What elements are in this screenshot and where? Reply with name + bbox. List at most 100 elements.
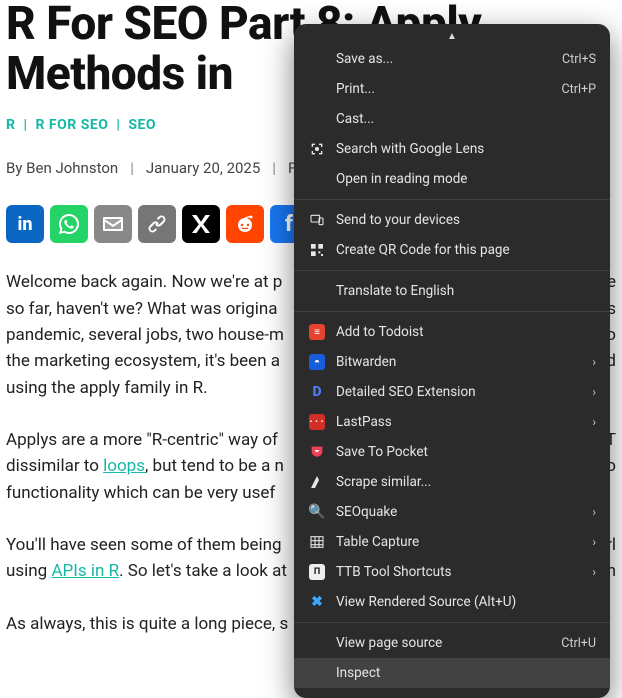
menu-send-devices[interactable]: Send to your devices xyxy=(294,205,610,235)
menu-detailed-seo[interactable]: D Detailed SEO Extension › xyxy=(294,377,610,407)
menu-scrape-similar[interactable]: Scrape similar... xyxy=(294,467,610,497)
breadcrumb-seo[interactable]: SEO xyxy=(128,117,156,133)
body-span: so far, haven't we? What was origina xyxy=(6,299,277,319)
menu-label: Search with Google Lens xyxy=(336,141,596,157)
link-loops[interactable]: loops xyxy=(103,456,145,476)
menu-seoquake[interactable]: 🔍 SEOquake › xyxy=(294,497,610,527)
whatsapp-icon xyxy=(57,212,81,236)
breadcrumb-r[interactable]: R xyxy=(6,117,15,133)
menu-print[interactable]: Print... Ctrl+P xyxy=(294,74,610,104)
share-x[interactable] xyxy=(182,205,220,243)
menu-google-lens[interactable]: Search with Google Lens xyxy=(294,134,610,164)
menu-separator xyxy=(294,311,610,312)
link-icon xyxy=(145,212,169,236)
menu-shortcut: Ctrl+S xyxy=(562,52,596,67)
body-span: using the apply family in R. xyxy=(6,378,208,398)
body-span: pandemic, several jobs, two house-m xyxy=(6,325,284,345)
menu-label: Detailed SEO Extension xyxy=(336,384,586,400)
menu-separator xyxy=(294,199,610,200)
menu-label: Save as... xyxy=(336,51,562,67)
menu-label: Open in reading mode xyxy=(336,171,596,187)
date-label: January 20, 2025 xyxy=(146,159,260,177)
menu-bitwarden[interactable]: ◓ Bitwarden › xyxy=(294,347,610,377)
share-copylink[interactable] xyxy=(138,205,176,243)
body-span: dissimilar to xyxy=(6,456,103,476)
chevron-right-icon: › xyxy=(592,565,596,579)
menu-shortcut: Ctrl+U xyxy=(561,636,596,651)
chevron-right-icon: › xyxy=(592,535,596,549)
body-span: using xyxy=(6,561,51,581)
meta-sep: | xyxy=(272,159,276,177)
menu-label: Scrape similar... xyxy=(336,474,596,490)
menu-ttb-shortcuts[interactable]: Π TTB Tool Shortcuts › xyxy=(294,557,610,587)
menu-pocket[interactable]: Save To Pocket xyxy=(294,437,610,467)
menu-label: Print... xyxy=(336,81,562,97)
menu-label: SEOquake xyxy=(336,504,586,520)
menu-label: Inspect xyxy=(336,665,596,681)
lastpass-icon: ••• xyxy=(306,414,328,430)
menu-inspect[interactable]: Inspect xyxy=(294,658,610,688)
chevron-right-icon: › xyxy=(592,355,596,369)
pocket-icon xyxy=(306,444,328,460)
todoist-icon: ≡ xyxy=(306,324,328,340)
menu-label: Add to Todoist xyxy=(336,324,596,340)
menu-separator xyxy=(294,622,610,623)
menu-label: Save To Pocket xyxy=(336,444,596,460)
body-span: , but tend to be a n xyxy=(145,456,284,476)
menu-lastpass[interactable]: ••• LastPass › xyxy=(294,407,610,437)
link-apis-in-r[interactable]: APIs in R xyxy=(51,561,119,581)
seoquake-icon: 🔍 xyxy=(306,504,328,520)
share-whatsapp[interactable] xyxy=(50,205,88,243)
share-reddit[interactable] xyxy=(226,205,264,243)
facebook-icon: f xyxy=(285,212,293,237)
ttb-icon: Π xyxy=(306,564,328,580)
linkedin-icon: in xyxy=(18,214,33,235)
breadcrumb-sep: | xyxy=(116,117,120,133)
body-span: As always, this is quite a long piece, s xyxy=(6,614,288,634)
body-span: . So let's take a look at xyxy=(119,561,287,581)
breadcrumb-r-for-seo[interactable]: R FOR SEO xyxy=(35,117,108,133)
x-icon xyxy=(189,212,213,236)
share-email[interactable] xyxy=(94,205,132,243)
body-span: the marketing ecosystem, it's been a xyxy=(6,351,280,371)
reddit-icon xyxy=(233,212,257,236)
menu-label: Translate to English xyxy=(336,283,596,299)
author-label: By Ben Johnston xyxy=(6,159,118,177)
menu-todoist[interactable]: ≡ Add to Todoist xyxy=(294,317,610,347)
breadcrumb-sep: | xyxy=(23,117,27,133)
email-icon xyxy=(101,212,125,236)
scrape-icon xyxy=(306,474,328,490)
vrs-icon: ✖ xyxy=(306,594,328,610)
menu-view-source[interactable]: View page source Ctrl+U xyxy=(294,628,610,658)
body-span: Applys are a more "R-centric" way of xyxy=(6,430,278,450)
menu-reading-mode[interactable]: Open in reading mode xyxy=(294,164,610,194)
scroll-up-arrow-icon[interactable]: ▲ xyxy=(294,30,610,44)
body-span: You'll have seen some of them being xyxy=(6,535,282,555)
qr-icon xyxy=(306,242,328,258)
menu-save-as[interactable]: Save as... Ctrl+S xyxy=(294,44,610,74)
menu-label: View page source xyxy=(336,635,561,651)
lens-icon xyxy=(306,141,328,157)
table-icon xyxy=(306,534,328,550)
share-linkedin[interactable]: in xyxy=(6,205,44,243)
menu-cast[interactable]: Cast... xyxy=(294,104,610,134)
chevron-right-icon: › xyxy=(592,385,596,399)
menu-label: View Rendered Source (Alt+U) xyxy=(336,594,596,610)
menu-view-rendered-source[interactable]: ✖ View Rendered Source (Alt+U) xyxy=(294,587,610,617)
menu-separator xyxy=(294,270,610,271)
menu-translate[interactable]: Translate to English xyxy=(294,276,610,306)
menu-label: Send to your devices xyxy=(336,212,596,228)
detailed-icon: D xyxy=(306,384,328,400)
meta-sep: | xyxy=(130,159,134,177)
menu-label: Create QR Code for this page xyxy=(336,242,596,258)
menu-label: TTB Tool Shortcuts xyxy=(336,564,586,580)
chevron-right-icon: › xyxy=(592,505,596,519)
context-menu: ▲ Save as... Ctrl+S Print... Ctrl+P Cast… xyxy=(294,24,610,698)
bitwarden-icon: ◓ xyxy=(306,354,328,370)
menu-shortcut: Ctrl+P xyxy=(562,82,596,97)
body-span: Welcome back again. Now we're at p xyxy=(6,272,282,292)
menu-qr-code[interactable]: Create QR Code for this page xyxy=(294,235,610,265)
chevron-right-icon: › xyxy=(592,415,596,429)
menu-label: LastPass xyxy=(336,414,586,430)
menu-table-capture[interactable]: Table Capture › xyxy=(294,527,610,557)
